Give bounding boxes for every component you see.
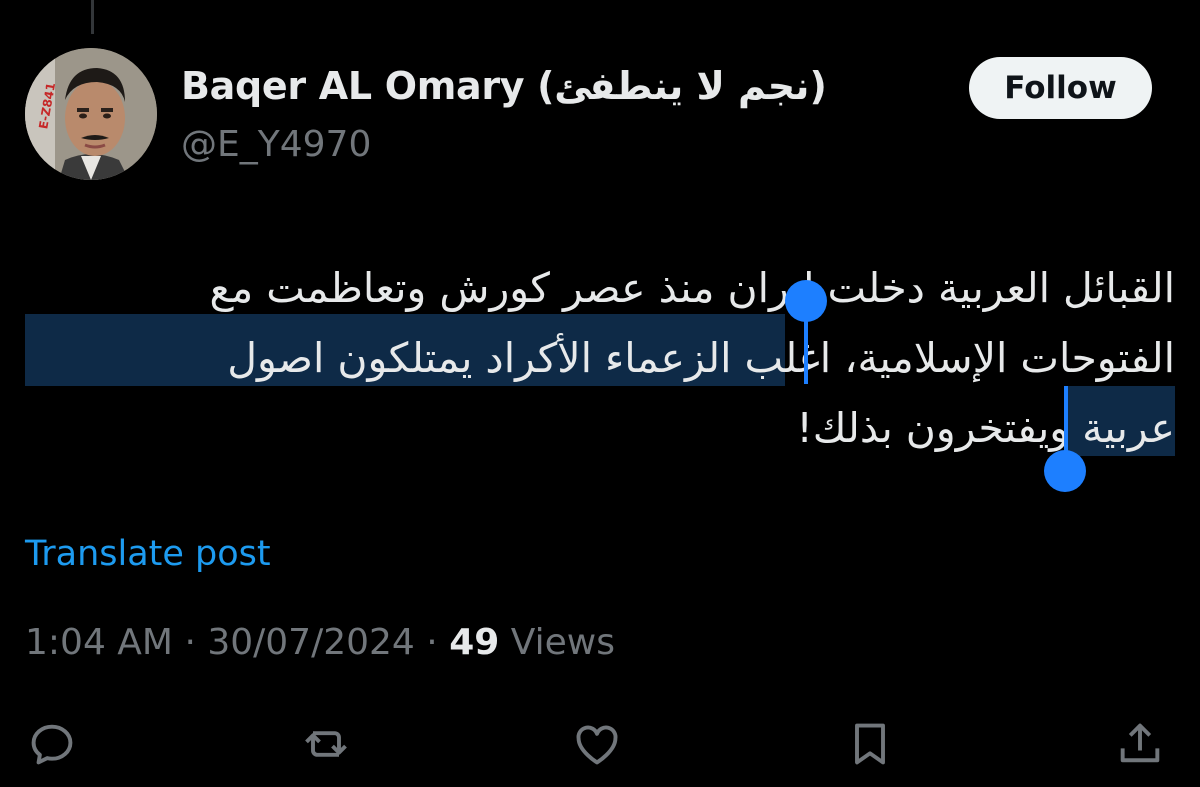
- avatar[interactable]: E-Z841: [25, 48, 157, 180]
- reply-icon: [31, 724, 73, 765]
- tweet-action-bar: [0, 700, 1200, 787]
- views-label: Views: [510, 622, 615, 663]
- tweet-text-line: الفتوحات الإسلامية، اغلب الزعماء الأكراد…: [227, 334, 1175, 382]
- like-button[interactable]: [567, 714, 627, 774]
- tweet-text-line: القبائل العربية دخلت ايران منذ عصر كورش …: [209, 264, 1175, 312]
- tweet-detail: E-Z841 Baqer AL Omary (نجم لا ينطفئ) @E_…: [0, 0, 1200, 787]
- post-time[interactable]: 1:04 AM: [25, 622, 173, 663]
- follow-button[interactable]: Follow: [969, 57, 1152, 119]
- reply-button[interactable]: [22, 714, 82, 774]
- tweet-text[interactable]: القبائل العربية دخلت ايران منذ عصر كورش …: [25, 254, 1175, 492]
- avatar-portrait-icon: E-Z841: [25, 48, 157, 180]
- meta-separator: ·: [184, 622, 196, 663]
- views-count[interactable]: 49: [449, 622, 499, 663]
- thread-connector-line: [91, 0, 94, 34]
- repost-button[interactable]: [296, 714, 356, 774]
- like-icon: [576, 725, 618, 765]
- selection-end-caret: [1064, 386, 1068, 456]
- tweet-metadata: 1:04 AM · 30/07/2024 · 49 Views: [25, 622, 615, 663]
- post-date[interactable]: 30/07/2024: [207, 622, 415, 663]
- meta-separator: ·: [426, 622, 438, 663]
- author-handle[interactable]: @E_Y4970: [181, 124, 371, 165]
- share-icon: [1120, 723, 1160, 763]
- selection-end-handle[interactable]: [1044, 450, 1086, 492]
- share-button[interactable]: [1110, 714, 1170, 774]
- tweet-text-line: عربية ويفتخرون بذلك!: [796, 404, 1175, 452]
- selection-start-caret: [804, 304, 808, 384]
- bookmark-icon: [855, 723, 885, 765]
- bookmark-button[interactable]: [840, 714, 900, 774]
- repost-icon: [305, 731, 347, 757]
- author-display-name[interactable]: Baqer AL Omary (نجم لا ينطفئ): [181, 64, 827, 108]
- translate-post-link[interactable]: Translate post: [25, 534, 271, 574]
